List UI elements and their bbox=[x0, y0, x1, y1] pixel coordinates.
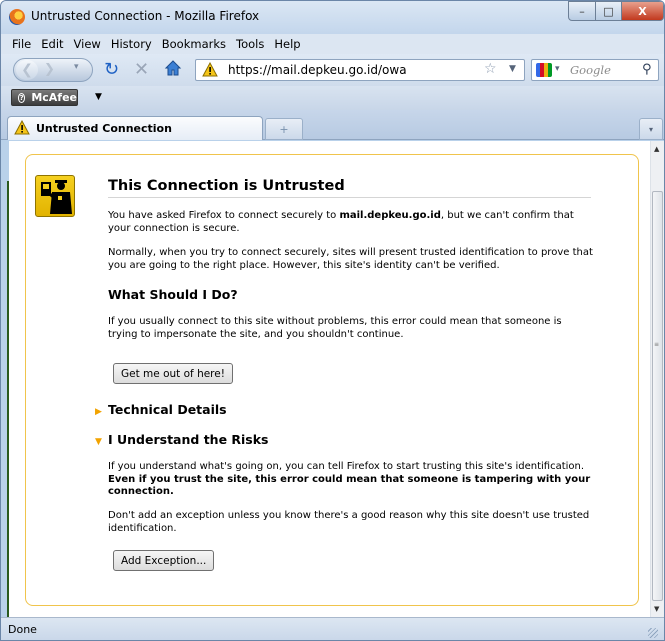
menu-file[interactable]: File bbox=[7, 37, 36, 51]
exception-paragraph: Don't add an exception unless you know t… bbox=[108, 510, 590, 534]
search-bar[interactable]: ▾ Google ⚲ bbox=[531, 59, 659, 81]
mcafee-button[interactable]: ? McAfee bbox=[11, 89, 78, 106]
back-icon[interactable]: ❮ bbox=[16, 60, 38, 80]
browser-window: Untrusted Connection - Mozilla Firefox –… bbox=[0, 0, 665, 641]
risks-warning: Even if you trust the site, this error c… bbox=[108, 473, 591, 498]
site-domain: mail.depkeu.go.id bbox=[339, 210, 441, 221]
officer-id-icon bbox=[35, 175, 75, 217]
url-bar[interactable]: https://mail.depkeu.go.id/owa ☆ ▼ bbox=[195, 59, 525, 81]
menu-tools[interactable]: Tools bbox=[231, 37, 269, 51]
scroll-thumb[interactable] bbox=[652, 191, 663, 601]
page-title: This Connection is Untrusted bbox=[108, 178, 345, 194]
vertical-scrollbar[interactable]: ▲ ≡ ▼ bbox=[650, 141, 664, 617]
window-title: Untrusted Connection - Mozilla Firefox bbox=[31, 9, 260, 23]
scroll-down-icon[interactable]: ▼ bbox=[654, 605, 659, 613]
warning-icon bbox=[14, 120, 30, 135]
bookmark-star-icon[interactable]: ☆ bbox=[484, 61, 497, 77]
window-left-edge bbox=[1, 141, 9, 621]
tab-untrusted-connection[interactable]: Untrusted Connection bbox=[7, 116, 263, 140]
history-dropdown-icon[interactable]: ▾ bbox=[74, 62, 79, 72]
menu-bar: File Edit View History Bookmarks Tools H… bbox=[1, 34, 664, 54]
mcafee-label: McAfee bbox=[31, 91, 77, 104]
status-bar: Done bbox=[1, 617, 664, 640]
tab-label: Untrusted Connection bbox=[36, 122, 172, 135]
get-me-out-button[interactable]: Get me out of here! bbox=[113, 363, 233, 384]
what-should-i-do-heading: What Should I Do? bbox=[108, 287, 238, 302]
status-text: Done bbox=[8, 623, 37, 636]
close-button[interactable]: X bbox=[621, 1, 664, 21]
tab-strip: Untrusted Connection + ▾ bbox=[1, 110, 664, 140]
collapsed-arrow-icon: ▶ bbox=[95, 407, 102, 417]
menu-edit[interactable]: Edit bbox=[36, 37, 68, 51]
back-forward-group: ❮ ❯ ▾ bbox=[13, 58, 93, 82]
reload-icon[interactable]: ↻ bbox=[104, 59, 119, 80]
maximize-button[interactable]: □ bbox=[595, 1, 622, 21]
mcafee-toolbar: ? McAfee ▼ bbox=[1, 86, 664, 110]
intro-text-start: You have asked Firefox to connect secure… bbox=[108, 210, 340, 221]
navigation-toolbar: ❮ ❯ ▾ ↻ ✕ https://mail.depkeu.go.id/owa … bbox=[1, 54, 664, 86]
intro-paragraph: You have asked Firefox to connect secure… bbox=[108, 210, 593, 235]
tab-list-button[interactable]: ▾ bbox=[639, 118, 663, 140]
menu-history[interactable]: History bbox=[106, 37, 157, 51]
stop-icon[interactable]: ✕ bbox=[134, 59, 149, 80]
firefox-logo-icon bbox=[9, 9, 25, 25]
search-icon[interactable]: ⚲ bbox=[642, 62, 652, 77]
technical-details-label: Technical Details bbox=[108, 402, 227, 417]
advice-paragraph: If you usually connect to this site with… bbox=[108, 316, 562, 340]
resize-grip-icon[interactable] bbox=[648, 628, 658, 638]
technical-details-expander[interactable]: ▶ Technical Details bbox=[95, 402, 227, 417]
scroll-grip-icon: ≡ bbox=[654, 341, 660, 348]
understand-risks-expander[interactable]: ▼ I Understand the Risks bbox=[95, 432, 269, 447]
scroll-up-icon[interactable]: ▲ bbox=[654, 145, 659, 153]
minimize-button[interactable]: – bbox=[568, 1, 596, 21]
title-bar: Untrusted Connection - Mozilla Firefox –… bbox=[1, 1, 664, 34]
new-tab-button[interactable]: + bbox=[265, 118, 303, 140]
page-content: This Connection is Untrusted You have as… bbox=[9, 141, 650, 617]
menu-help[interactable]: Help bbox=[269, 37, 305, 51]
explanation-paragraph: Normally, when you try to connect secure… bbox=[108, 247, 593, 271]
mcafee-shield-icon: ? bbox=[18, 92, 26, 103]
understand-risks-label: I Understand the Risks bbox=[108, 432, 269, 447]
home-icon[interactable] bbox=[164, 59, 182, 81]
url-text[interactable]: https://mail.depkeu.go.id/owa bbox=[228, 63, 407, 77]
forward-icon[interactable]: ❯ bbox=[44, 62, 55, 77]
risks-text: If you understand what's going on, you c… bbox=[108, 461, 585, 472]
search-engine-dropdown-icon[interactable]: ▾ bbox=[555, 64, 560, 74]
menu-bookmarks[interactable]: Bookmarks bbox=[157, 37, 231, 51]
menu-view[interactable]: View bbox=[69, 37, 106, 51]
expanded-arrow-icon: ▼ bbox=[95, 437, 102, 447]
warning-icon[interactable] bbox=[202, 62, 218, 78]
mcafee-dropdown-icon[interactable]: ▼ bbox=[95, 92, 102, 102]
add-exception-button[interactable]: Add Exception... bbox=[113, 550, 215, 571]
title-divider bbox=[108, 197, 591, 198]
risks-paragraph: If you understand what's going on, you c… bbox=[108, 461, 593, 499]
search-input[interactable]: Google bbox=[570, 63, 611, 77]
url-dropdown-icon[interactable]: ▼ bbox=[509, 64, 516, 74]
google-icon[interactable] bbox=[536, 63, 552, 77]
